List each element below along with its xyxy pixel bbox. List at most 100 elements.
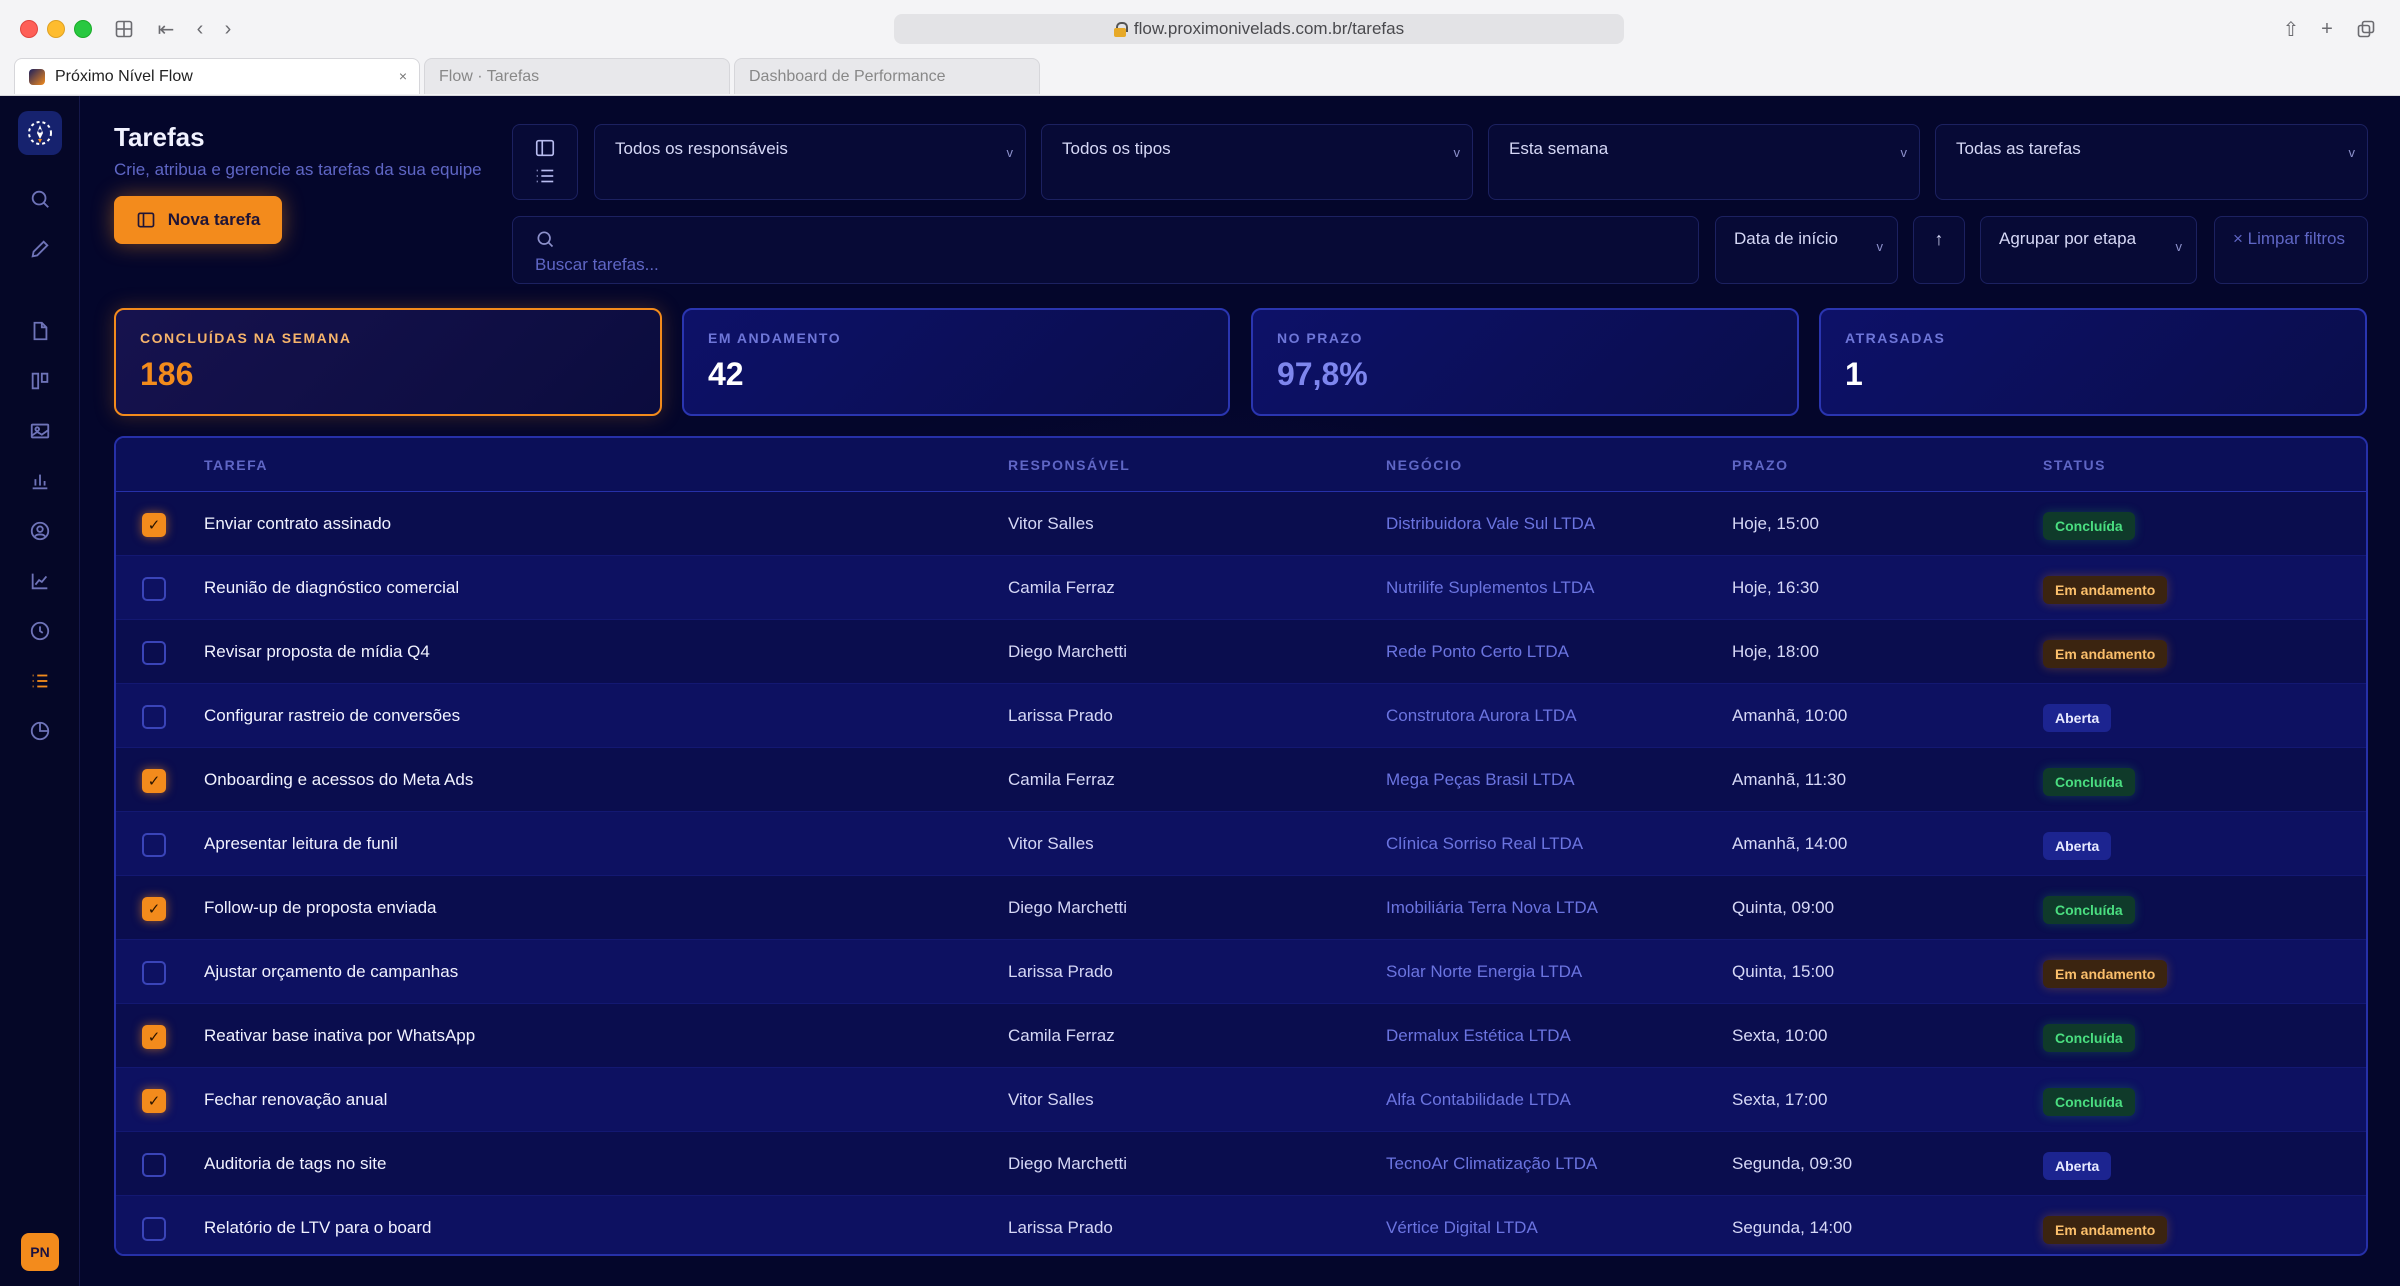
page-title: Tarefas [114, 122, 205, 152]
task-title[interactable]: Onboarding e acessos do Meta Ads [204, 770, 473, 790]
task-title[interactable]: Relatório de LTV para o board [204, 1218, 431, 1238]
task-title[interactable]: Fechar renovação anual [204, 1090, 387, 1110]
task-checkbox[interactable]: ✓ [142, 1025, 166, 1049]
task-title[interactable]: Reativar base inativa por WhatsApp [204, 1026, 475, 1046]
tab-proximo-nivel-flow[interactable]: Próximo Nível Flow × [14, 58, 420, 94]
task-checkbox[interactable]: ✓ [142, 897, 166, 921]
stat-card-on-time: NO PRAZO 97,8% [1251, 308, 1799, 416]
table-row[interactable]: Relatório de LTV para o board Larissa Pra… [116, 1196, 2366, 1254]
stat-card-overdue: ATRASADAS 1 [1819, 308, 2367, 416]
period-filter-select[interactable]: Esta semana v [1488, 124, 1920, 200]
edit-icon[interactable] [27, 236, 53, 262]
user-circle-icon[interactable] [27, 518, 53, 544]
clear-filters-button[interactable]: × Limpar filtros [2214, 216, 2368, 284]
column-header-due[interactable]: PRAZO [1732, 457, 1789, 473]
tab-flow-tarefas[interactable]: Flow · Tarefas [424, 58, 730, 94]
list-icon[interactable] [27, 668, 53, 694]
task-business-link[interactable]: Alfa Contabilidade LTDA [1386, 1090, 1571, 1110]
task-business-link[interactable]: Imobiliária Terra Nova LTDA [1386, 898, 1598, 918]
task-title[interactable]: Ajustar orçamento de campanhas [204, 962, 458, 982]
sidebar-toggle-icon[interactable] [114, 16, 134, 42]
task-checkbox[interactable]: ✓ [142, 1089, 166, 1113]
column-header-status[interactable]: STATUS [2043, 457, 2106, 473]
table-row[interactable]: Configurar rastreio de conversões Larissa… [116, 684, 2366, 748]
table-row[interactable]: Auditoria de tags no site Diego Marchetti… [116, 1132, 2366, 1196]
back-icon[interactable]: ‹ [192, 16, 208, 42]
share-icon[interactable]: ⇧ [2282, 16, 2300, 42]
avatar[interactable]: PN [21, 1233, 59, 1271]
list-view-icon[interactable] [534, 165, 556, 187]
task-checkbox[interactable]: ✓ [142, 513, 166, 537]
task-checkbox[interactable] [142, 641, 166, 665]
task-business-link[interactable]: Nutrilife Suplementos LTDA [1386, 578, 1595, 598]
task-business-link[interactable]: Construtora Aurora LTDA [1386, 706, 1577, 726]
task-business-link[interactable]: Mega Peças Brasil LTDA [1386, 770, 1575, 790]
task-checkbox[interactable] [142, 833, 166, 857]
task-business-link[interactable]: TecnoAr Climatização LTDA [1386, 1154, 1597, 1174]
file-icon[interactable] [27, 318, 53, 344]
table-row[interactable]: ✓ Onboarding e acessos do Meta Ads Camila … [116, 748, 2366, 812]
task-checkbox[interactable] [142, 1153, 166, 1177]
task-checkbox[interactable] [142, 705, 166, 729]
maximize-window-button[interactable] [74, 20, 92, 38]
task-checkbox[interactable] [142, 577, 166, 601]
table-row[interactable]: Apresentar leitura de funil Vitor Salles C… [116, 812, 2366, 876]
column-header-business[interactable]: NEGÓCIO [1386, 457, 1463, 473]
type-filter-select[interactable]: Todos os tipos v [1041, 124, 1473, 200]
table-row[interactable]: ✓ Enviar contrato assinado Vitor Salles Dis… [116, 492, 2366, 556]
new-task-button[interactable]: Nova tarefa [114, 196, 282, 244]
task-title[interactable]: Configurar rastreio de conversões [204, 706, 460, 726]
clock-icon[interactable] [27, 618, 53, 644]
view-toggle[interactable] [512, 124, 578, 200]
task-title[interactable]: Revisar proposta de mídia Q4 [204, 642, 430, 662]
browser-chrome: ⇤ ‹ › flow.proximonivelads.com.br/tarefa… [0, 0, 2400, 96]
image-icon[interactable] [27, 418, 53, 444]
task-title[interactable]: Follow-up de proposta enviada [204, 898, 436, 918]
new-tab-icon[interactable]: + [2318, 16, 2336, 42]
close-tab-icon[interactable]: × [399, 68, 407, 84]
task-business-link[interactable]: Distribuidora Vale Sul LTDA [1386, 514, 1595, 534]
first-page-icon[interactable]: ⇤ [156, 16, 176, 42]
minimize-window-button[interactable] [47, 20, 65, 38]
close-window-button[interactable] [20, 20, 38, 38]
bar-chart-icon[interactable] [27, 468, 53, 494]
table-row[interactable]: Reunião de diagnóstico comercial Camila F… [116, 556, 2366, 620]
search-box[interactable] [512, 216, 1699, 284]
sort-by-select[interactable]: Data de início v [1715, 216, 1898, 284]
pie-chart-icon[interactable] [27, 718, 53, 744]
sort-direction-button[interactable]: ↑ [1913, 216, 1965, 284]
task-business-link[interactable]: Rede Ponto Certo LTDA [1386, 642, 1569, 662]
task-business-link[interactable]: Dermalux Estética LTDA [1386, 1026, 1571, 1046]
task-checkbox[interactable] [142, 961, 166, 985]
search-icon[interactable] [27, 186, 53, 212]
table-row[interactable]: Revisar proposta de mídia Q4 Diego Marche… [116, 620, 2366, 684]
task-business-link[interactable]: Vértice Digital LTDA [1386, 1218, 1538, 1238]
task-checkbox[interactable] [142, 1217, 166, 1241]
table-row[interactable]: ✓ Follow-up de proposta enviada Diego Marc… [116, 876, 2366, 940]
tab-overview-icon[interactable] [2356, 16, 2376, 42]
board-icon[interactable] [27, 368, 53, 394]
table-row[interactable]: ✓ Reativar base inativa por WhatsApp Camil… [116, 1004, 2366, 1068]
search-input[interactable] [535, 255, 1635, 275]
task-title[interactable]: Reunião de diagnóstico comercial [204, 578, 459, 598]
forward-icon[interactable]: › [220, 16, 236, 42]
task-title[interactable]: Apresentar leitura de funil [204, 834, 398, 854]
task-title[interactable]: Enviar contrato assinado [204, 514, 391, 534]
group-by-select[interactable]: Agrupar por etapa v [1980, 216, 2197, 284]
task-checkbox[interactable]: ✓ [142, 769, 166, 793]
task-business-link[interactable]: Solar Norte Energia LTDA [1386, 962, 1582, 982]
tab-dashboard[interactable]: Dashboard de Performance [734, 58, 1040, 94]
layout-icon[interactable] [534, 137, 556, 159]
line-chart-icon[interactable] [27, 568, 53, 594]
table-row[interactable]: Ajustar orçamento de campanhas Larissa Pr… [116, 940, 2366, 1004]
logo[interactable] [18, 111, 62, 155]
arrow-up-icon: ↑ [1934, 229, 1944, 249]
column-header-task[interactable]: TAREFA [204, 457, 268, 473]
owner-filter-select[interactable]: Todos os responsáveis v [594, 124, 1026, 200]
task-business-link[interactable]: Clínica Sorriso Real LTDA [1386, 834, 1583, 854]
table-row[interactable]: ✓ Fechar renovação anual Vitor Salles Alfa … [116, 1068, 2366, 1132]
task-title[interactable]: Auditoria de tags no site [204, 1154, 386, 1174]
scope-filter-select[interactable]: Todas as tarefas v [1935, 124, 2368, 200]
column-header-owner[interactable]: RESPONSÁVEL [1008, 457, 1130, 473]
address-bar[interactable]: flow.proximonivelads.com.br/tarefas [894, 14, 1624, 44]
